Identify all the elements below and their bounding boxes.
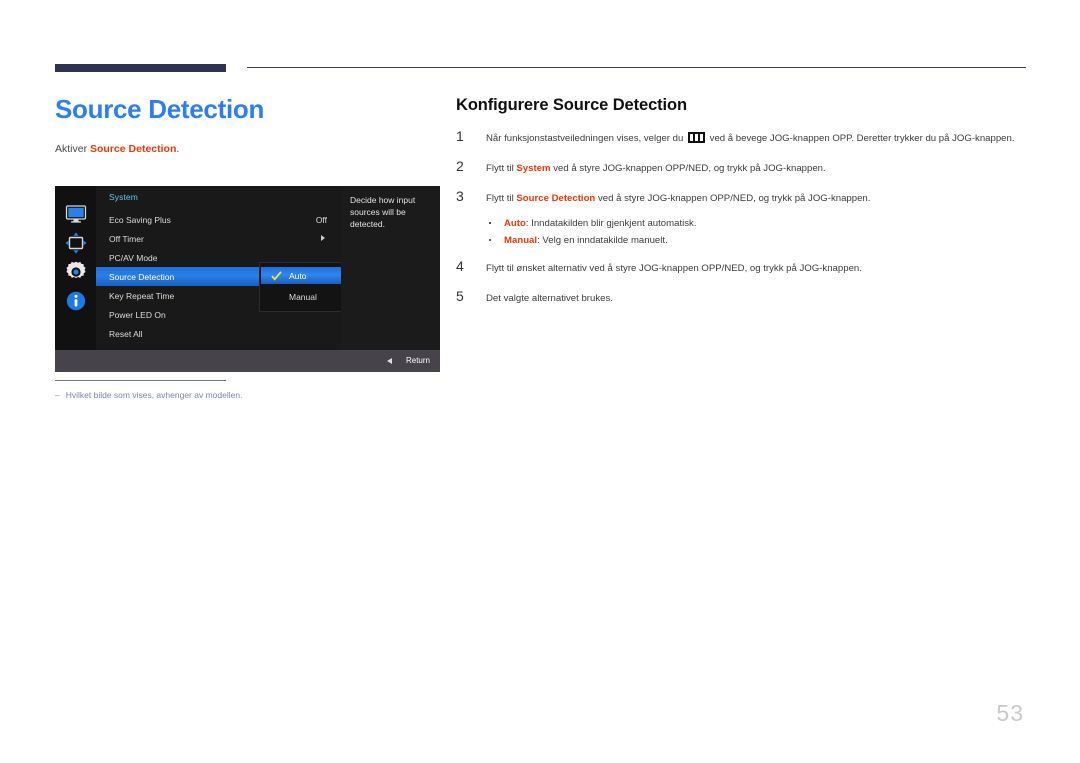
step-text-pre: Flytt til: [486, 163, 517, 174]
osd-item-label: Source Detection: [109, 272, 175, 282]
osd-menu-item-off-timer[interactable]: Off Timer: [96, 229, 341, 248]
bullet-highlight: Auto: [504, 218, 526, 229]
osd-item-label: PC/AV Mode: [109, 253, 158, 263]
footnote: ‒ Hvilket bilde som vises, avhenger av mo…: [55, 380, 395, 400]
osd-item-label: Reset All: [109, 329, 143, 339]
osd-submenu-label: Auto: [289, 271, 307, 281]
bullet-highlight: Manual: [504, 235, 538, 246]
footnote-dash: ‒: [55, 390, 60, 400]
intro-suffix: .: [176, 143, 180, 155]
information-icon: [64, 289, 88, 313]
right-column: Konfigurere Source Detection 1 Når funks…: [456, 96, 1036, 321]
step-text: Det valgte alternativet brukes.: [486, 293, 613, 304]
left-column: Source Detection Aktiver Source Detectio…: [55, 92, 445, 156]
osd-item-label: Key Repeat Time: [109, 291, 175, 301]
osd-description-panel: Decide how input sources will be detecte…: [341, 186, 440, 350]
step-text: Når funksjonstastveiledningen vises, vel…: [486, 131, 1036, 146]
step-1: 1 Når funksjonstastveiledningen vises, v…: [456, 128, 1036, 147]
bullet-text: : Velg en inndatakilde manuelt.: [537, 235, 668, 246]
intro-highlight: Source Detection: [90, 143, 177, 155]
osd-menu-item-reset-all[interactable]: Reset All: [96, 324, 341, 343]
bullet-text: : Inndatakilden blir gjenkjent automatis…: [525, 218, 697, 229]
bullet-manual: Manual: Velg en inndatakilde manuelt.: [486, 232, 1036, 249]
step-text: Flytt til Source Detection ved å styre J…: [486, 191, 1036, 206]
footnote-body: Hvilket bilde som vises, avhenger av mod…: [65, 390, 243, 400]
header-rule-thin: [247, 67, 1026, 68]
osd-screenshot: System Eco Saving Plus Off Off Timer PC/…: [55, 186, 440, 372]
header-rules: [0, 0, 1080, 80]
step-3: 3 Flytt til Source Detection ved å styre…: [456, 188, 1036, 207]
osd-item-value: Off: [315, 215, 327, 225]
osd-bottom-bar: Return: [55, 350, 440, 372]
function-key-guide-icon: [687, 132, 705, 143]
display-icon: [64, 202, 88, 226]
osd-panel-title: System: [109, 192, 138, 202]
step-2: 2 Flytt til System ved å styre JOG-knapp…: [456, 158, 1036, 177]
step-number: 2: [456, 158, 464, 174]
section-heading: Konfigurere Source Detection: [456, 96, 687, 114]
osd-description-text: Decide how input sources will be detecte…: [350, 195, 416, 229]
osd-menu-item-source-detection[interactable]: Source Detection: [96, 267, 259, 286]
step-text-pre: Når funksjonstastveiledningen vises, vel…: [486, 133, 686, 144]
page-number: 53: [996, 700, 1024, 726]
picture-adjust-icon: [64, 231, 88, 255]
option-bullet-list: Auto: Inndatakilden blir gjenkjent autom…: [456, 215, 1036, 249]
chevron-right-icon: [321, 235, 325, 241]
return-arrow-icon: [387, 358, 392, 364]
intro-prefix: Aktiver: [55, 143, 91, 155]
osd-item-label: Power LED On: [109, 310, 166, 320]
step-4: 4 Flytt til ønsket alternativ ved å styr…: [456, 258, 1036, 277]
osd-return-label: Return: [405, 356, 430, 365]
step-text-highlight: System: [516, 163, 551, 174]
osd-item-label: Off Timer: [109, 234, 144, 244]
osd-submenu-label: Manual: [289, 292, 317, 302]
step-5: 5 Det valgte alternativet brukes.: [456, 288, 1036, 307]
step-text-pre: Flytt til: [486, 193, 517, 204]
footnote-rule: [55, 380, 226, 381]
footnote-text: ‒ Hvilket bilde som vises, avhenger av mo…: [55, 390, 395, 400]
step-text-post: ved å styre JOG-knappen OPP/NED, og tryk…: [550, 163, 826, 174]
step-number: 1: [456, 128, 464, 144]
osd-menu-item-eco-saving-plus[interactable]: Eco Saving Plus Off: [96, 210, 341, 229]
step-number: 3: [456, 188, 464, 204]
page-title: Source Detection: [55, 94, 265, 124]
osd-icon-sidebar: [55, 186, 96, 350]
bullet-auto: Auto: Inndatakilden blir gjenkjent autom…: [486, 215, 1036, 232]
header-rule-thick: [55, 64, 226, 72]
step-text-highlight: Source Detection: [516, 193, 596, 204]
step-number: 4: [456, 258, 464, 274]
step-text-post: ved å styre JOG-knappen OPP/NED, og tryk…: [595, 193, 871, 204]
osd-item-label: Eco Saving Plus: [109, 215, 171, 225]
step-text: Flytt til System ved å styre JOG-knappen…: [486, 161, 1036, 176]
check-icon: [271, 271, 282, 281]
system-gear-icon: [64, 260, 88, 284]
step-number: 5: [456, 288, 464, 304]
step-text: Flytt til ønsket alternativ ved å styre …: [486, 263, 862, 274]
step-text-post: ved å bevege JOG-knappen OPP. Deretter t…: [706, 133, 1015, 144]
intro-line: Aktiver Source Detection.: [55, 142, 445, 156]
